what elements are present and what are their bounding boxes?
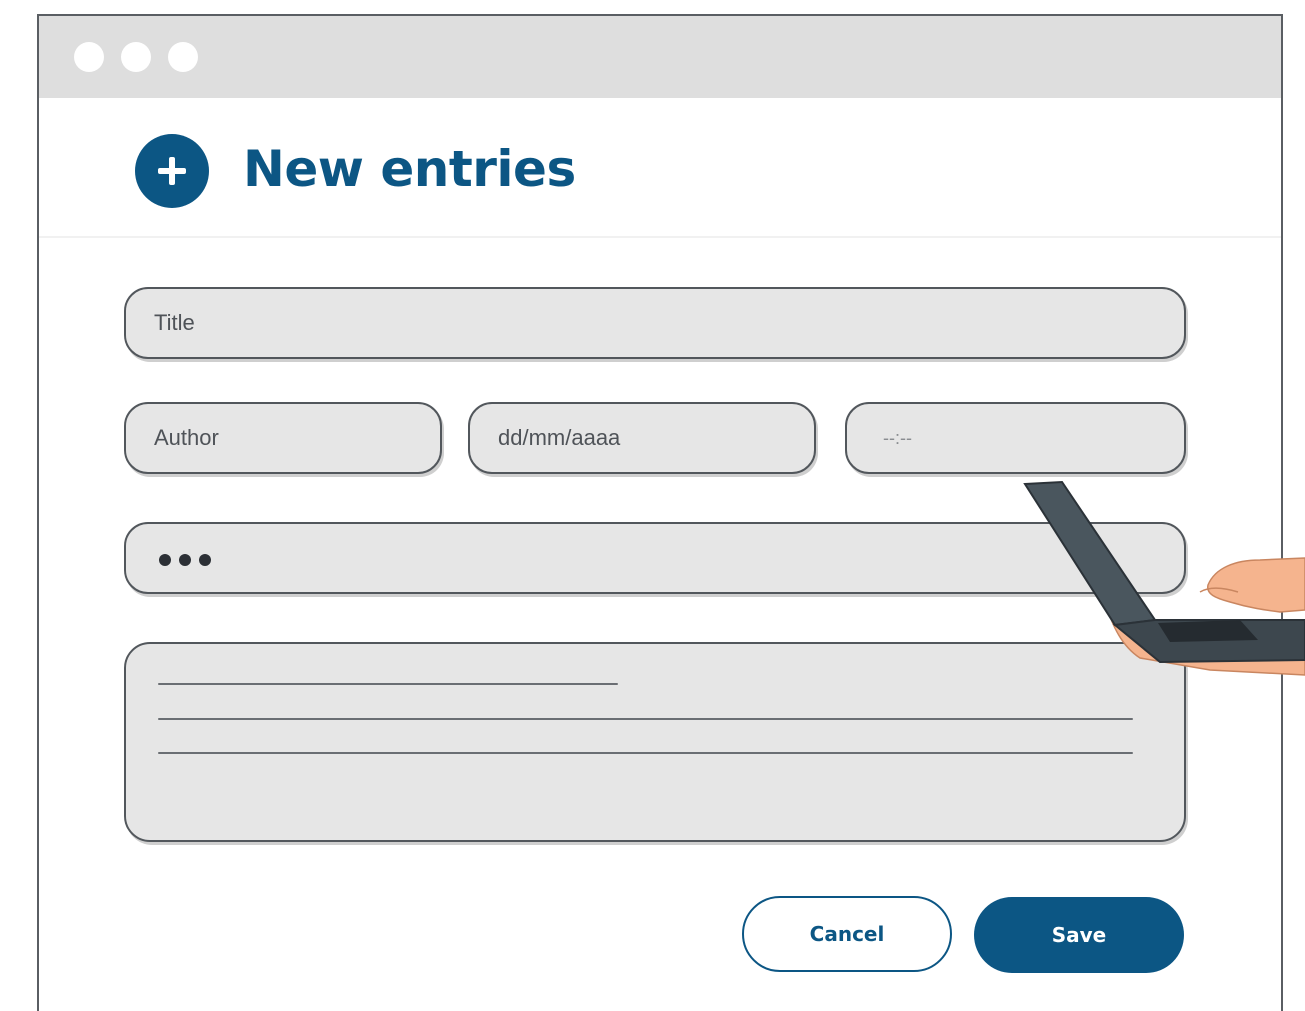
plus-circle-icon[interactable]: [135, 134, 209, 208]
date-input[interactable]: dd/mm/aaaa: [468, 402, 816, 474]
time-input[interactable]: --:--: [845, 402, 1186, 474]
text-line-placeholder: [158, 718, 1133, 720]
hands-laptop-illustration: [1023, 480, 1305, 676]
stage: New entries Title Author dd/mm/aaaa --:-…: [0, 0, 1305, 1011]
page-header: New entries: [39, 98, 1281, 238]
window-control-dot[interactable]: [74, 42, 104, 72]
password-dot: [179, 554, 191, 566]
title-placeholder: Title: [154, 310, 195, 335]
password-dot: [199, 554, 211, 566]
date-placeholder: dd/mm/aaaa: [498, 425, 621, 450]
window-titlebar: [39, 16, 1281, 98]
time-placeholder: --:--: [883, 427, 912, 448]
cancel-button[interactable]: Cancel: [742, 896, 952, 972]
window-control-dot[interactable]: [121, 42, 151, 72]
hand-illustration: [1207, 557, 1305, 613]
save-button[interactable]: Save: [974, 897, 1184, 973]
title-input[interactable]: Title: [124, 287, 1186, 359]
author-placeholder: Author: [154, 425, 219, 450]
text-line-placeholder: [158, 752, 1133, 754]
author-input[interactable]: Author: [124, 402, 442, 474]
text-line-placeholder: [158, 683, 618, 685]
laptop-lid: [1023, 480, 1157, 627]
page-title: New entries: [243, 140, 576, 198]
password-dot: [159, 554, 171, 566]
window-control-dot[interactable]: [168, 42, 198, 72]
password-mask: [159, 554, 211, 568]
